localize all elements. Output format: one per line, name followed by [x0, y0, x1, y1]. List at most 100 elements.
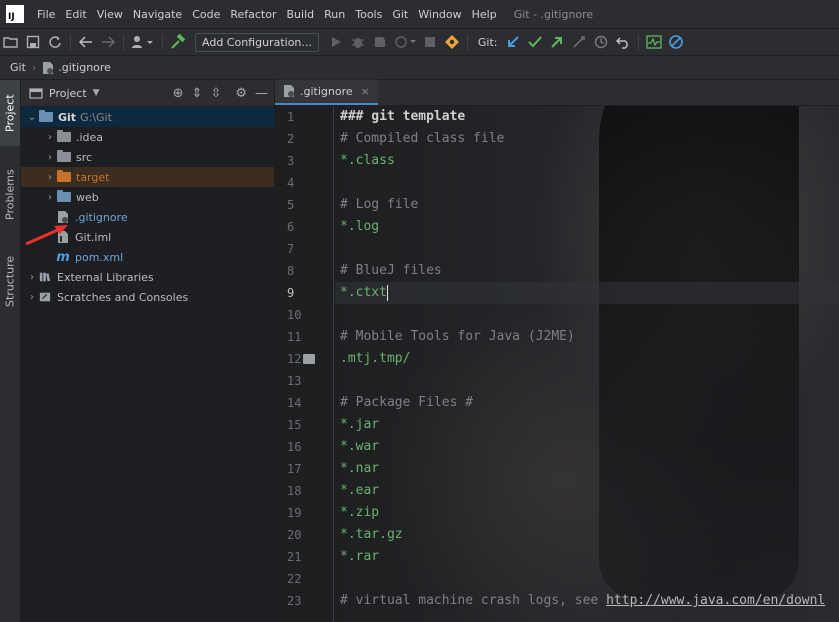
open-folder-icon[interactable] — [0, 31, 22, 53]
power-save-icon[interactable] — [665, 31, 687, 53]
code-line[interactable] — [335, 568, 839, 590]
minimize-icon[interactable]: — — [255, 86, 268, 101]
add-configuration-button[interactable]: Add Configuration... — [195, 32, 319, 52]
code-line[interactable]: *.rar — [335, 546, 839, 568]
profile-dropdown-icon[interactable] — [391, 31, 419, 53]
menu-run[interactable]: Run — [319, 8, 350, 21]
tab-project[interactable]: Project — [0, 80, 20, 146]
code-area[interactable]: 1 2 3 4 5 6 7 8 9 10 11 12 13 14 15 16 1… — [275, 106, 839, 622]
git-update-icon[interactable] — [502, 31, 524, 53]
chevron-down-icon[interactable]: ⌄ — [25, 112, 39, 123]
line-number-current: 9 — [287, 286, 295, 300]
breadcrumb-project[interactable]: Git — [0, 61, 32, 74]
git-push-icon[interactable] — [546, 31, 568, 53]
code-line[interactable]: ### git template — [335, 106, 839, 128]
chevron-right-icon[interactable]: › — [43, 152, 57, 163]
gear-icon[interactable]: ⚙ — [235, 86, 247, 101]
rollback-icon[interactable] — [612, 31, 634, 53]
history-clock-icon[interactable] — [590, 31, 612, 53]
chevron-right-icon[interactable]: › — [43, 132, 57, 143]
tree-item-scratches[interactable]: › Scratches and Consoles — [21, 287, 274, 307]
back-arrow-icon[interactable] — [75, 31, 97, 53]
forward-arrow-icon[interactable] — [97, 31, 119, 53]
debug-icon[interactable] — [347, 31, 369, 53]
tree-item-gitignore[interactable]: .gitignore — [21, 207, 274, 227]
menu-edit[interactable]: Edit — [60, 8, 91, 21]
menu-window[interactable]: Window — [413, 8, 466, 21]
menu-refactor[interactable]: Refactor — [225, 8, 281, 21]
code-line[interactable]: *.war — [335, 436, 839, 458]
code-line[interactable] — [335, 172, 839, 194]
code-line[interactable]: *.log — [335, 216, 839, 238]
sync-icon[interactable] — [44, 31, 66, 53]
chevron-right-icon[interactable]: › — [25, 272, 39, 283]
line-number: 3 — [287, 154, 295, 168]
gitignore-file-icon — [43, 61, 54, 74]
code-line[interactable] — [335, 238, 839, 260]
code-line[interactable] — [335, 304, 839, 326]
activity-monitor-icon[interactable] — [643, 31, 665, 53]
code-line[interactable]: # Compiled class file — [335, 128, 839, 150]
locate-file-icon[interactable]: ⊕ — [173, 86, 184, 101]
coverage-icon[interactable] — [369, 31, 391, 53]
git-merge-icon[interactable] — [568, 31, 590, 53]
tree-item-idea[interactable]: › .idea — [21, 127, 274, 147]
tree-item-target[interactable]: › target — [21, 167, 274, 187]
tree-item-pom-xml[interactable]: m pom.xml — [21, 247, 274, 267]
code-line[interactable]: .mtj.tmp/ — [335, 348, 839, 370]
code-line[interactable]: # BlueJ files — [335, 260, 839, 282]
menu-file[interactable]: File — [32, 8, 60, 21]
code-link[interactable]: http://www.java.com/en/downl — [606, 593, 825, 608]
line-number: 20 — [287, 528, 302, 542]
menu-git[interactable]: Git — [387, 8, 413, 21]
attach-debugger-icon[interactable] — [441, 31, 463, 53]
chevron-right-icon[interactable]: › — [25, 292, 39, 303]
project-panel-title[interactable]: Project — [49, 87, 87, 100]
menu-view[interactable]: View — [92, 8, 128, 21]
tab-problems[interactable]: Problems — [0, 158, 20, 232]
tree-item-external-libraries[interactable]: › External Libraries — [21, 267, 274, 287]
tree-item-web[interactable]: › web — [21, 187, 274, 207]
git-commit-icon[interactable] — [524, 31, 546, 53]
collapse-all-icon[interactable]: ⇳ — [210, 86, 221, 101]
code-line[interactable]: *.ear — [335, 480, 839, 502]
menu-help[interactable]: Help — [467, 8, 502, 21]
code-line[interactable] — [335, 370, 839, 392]
chevron-right-icon[interactable]: › — [43, 172, 57, 183]
code-line[interactable]: *.nar — [335, 458, 839, 480]
code-line[interactable]: # Log file — [335, 194, 839, 216]
chevron-down-icon[interactable]: ▼ — [93, 88, 100, 98]
editor-tab-gitignore[interactable]: .gitignore × — [275, 79, 378, 105]
chevron-right-icon[interactable]: › — [43, 192, 57, 203]
run-icon[interactable] — [325, 31, 347, 53]
code-line[interactable]: # virtual machine crash logs, see http:/… — [335, 590, 839, 612]
stop-icon[interactable] — [419, 31, 441, 53]
build-hammer-icon[interactable] — [167, 31, 189, 53]
code-line[interactable]: # Package Files # — [335, 392, 839, 414]
tree-item-label: External Libraries — [57, 270, 154, 284]
git-label: Git: — [477, 35, 498, 49]
menu-navigate[interactable]: Navigate — [128, 8, 187, 21]
code-line[interactable]: *.tar.gz — [335, 524, 839, 546]
code-line-current[interactable]: *.ctxt — [335, 282, 839, 304]
code-lines[interactable]: ### git template # Compiled class file *… — [335, 106, 839, 612]
menu-tools[interactable]: Tools — [350, 8, 387, 21]
tree-item-git-root[interactable]: ⌄ Git G:\Git — [21, 107, 274, 127]
folder-gutter-icon[interactable] — [303, 354, 315, 364]
tab-structure[interactable]: Structure — [0, 244, 20, 318]
expand-all-icon[interactable]: ⇕ — [192, 86, 203, 101]
tree-item-git-iml[interactable]: Git.iml — [21, 227, 274, 247]
breadcrumb-file-item[interactable]: .gitignore — [36, 61, 111, 75]
save-icon[interactable] — [22, 31, 44, 53]
code-line[interactable]: *.zip — [335, 502, 839, 524]
menu-code[interactable]: Code — [187, 8, 225, 21]
line-number: 19 — [287, 506, 302, 520]
tab-structure-label: Structure — [3, 255, 17, 307]
tree-item-src[interactable]: › src — [21, 147, 274, 167]
code-line[interactable]: *.class — [335, 150, 839, 172]
user-dropdown-icon[interactable] — [128, 31, 158, 53]
code-line[interactable]: *.jar — [335, 414, 839, 436]
close-icon[interactable]: × — [361, 85, 370, 98]
menu-build[interactable]: Build — [282, 8, 320, 21]
code-line[interactable]: # Mobile Tools for Java (J2ME) — [335, 326, 839, 348]
